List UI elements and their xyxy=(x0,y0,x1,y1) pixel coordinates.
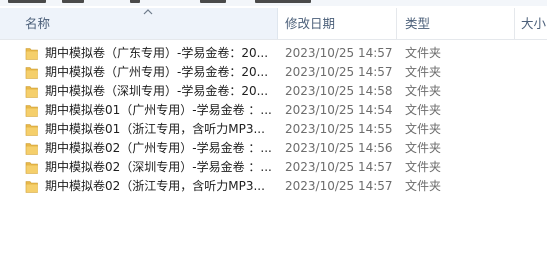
file-row[interactable]: 期中模拟卷（广东专用）-学易金卷：20... 2023/10/25 14:57 … xyxy=(0,44,547,63)
file-type: 文件夹 xyxy=(405,65,442,79)
folder-icon xyxy=(25,46,39,61)
file-row[interactable]: 期中模拟卷（深圳专用）-学易金卷：20... 2023/10/25 14:58 … xyxy=(0,82,547,101)
file-name: 期中模拟卷02（深圳专用）-学易金卷 ：... xyxy=(45,160,272,174)
sort-ascending-icon xyxy=(143,8,153,16)
file-name: 期中模拟卷（深圳专用）-学易金卷：20... xyxy=(45,84,269,98)
folder-icon xyxy=(25,179,39,194)
column-header-bar: 名称 修改日期 类型 大小 xyxy=(0,8,547,40)
file-date: 2023/10/25 14:57 xyxy=(285,160,393,174)
file-name: 期中模拟卷02（广州专用）-学易金卷 ：... xyxy=(45,141,272,155)
file-name: 期中模拟卷（广东专用）-学易金卷：20... xyxy=(45,46,269,60)
column-header-size-label: 大小 xyxy=(521,16,547,31)
file-date: 2023/10/25 14:57 xyxy=(285,179,393,193)
file-date: 2023/10/25 14:58 xyxy=(285,84,393,98)
toolbar-clipped xyxy=(0,0,547,6)
file-name: 期中模拟卷01（广州专用）-学易金卷 ：... xyxy=(45,103,272,117)
file-type: 文件夹 xyxy=(405,122,442,136)
folder-icon xyxy=(25,103,39,118)
file-list: 期中模拟卷（广东专用）-学易金卷：20... 2023/10/25 14:57 … xyxy=(0,44,547,196)
column-header-date-label: 修改日期 xyxy=(285,16,336,31)
file-date: 2023/10/25 14:57 xyxy=(285,46,393,60)
file-row[interactable]: 期中模拟卷02（深圳专用）-学易金卷 ：... 2023/10/25 14:57… xyxy=(0,158,547,177)
file-type: 文件夹 xyxy=(405,103,442,117)
folder-icon xyxy=(25,65,39,80)
file-type: 文件夹 xyxy=(405,84,442,98)
file-type: 文件夹 xyxy=(405,179,442,193)
folder-icon xyxy=(25,160,39,175)
column-header-name-label: 名称 xyxy=(25,16,51,31)
file-type: 文件夹 xyxy=(405,160,442,174)
column-header-type-label: 类型 xyxy=(405,16,431,31)
folder-icon xyxy=(25,122,39,137)
column-header-date[interactable]: 修改日期 xyxy=(278,8,397,39)
toolbar-fragment xyxy=(130,0,140,3)
toolbar-fragment xyxy=(62,0,84,3)
column-header-name[interactable]: 名称 xyxy=(0,8,278,39)
file-row[interactable]: 期中模拟卷（广州专用）-学易金卷：20... 2023/10/25 14:57 … xyxy=(0,63,547,82)
file-type: 文件夹 xyxy=(405,46,442,60)
toolbar-fragment xyxy=(8,0,46,3)
folder-icon xyxy=(25,84,39,99)
file-row[interactable]: 期中模拟卷01（浙江专用，含听力MP3... 2023/10/25 14:55 … xyxy=(0,120,547,139)
toolbar-fragment xyxy=(255,0,311,3)
file-type: 文件夹 xyxy=(405,141,442,155)
column-header-type[interactable]: 类型 xyxy=(397,8,515,39)
file-row[interactable]: 期中模拟卷01（广州专用）-学易金卷 ：... 2023/10/25 14:54… xyxy=(0,101,547,120)
file-row[interactable]: 期中模拟卷02（浙江专用，含听力MP3... 2023/10/25 14:57 … xyxy=(0,177,547,196)
column-header-size[interactable]: 大小 xyxy=(515,8,547,39)
file-name: 期中模拟卷01（浙江专用，含听力MP3... xyxy=(45,122,265,136)
file-date: 2023/10/25 14:56 xyxy=(285,141,393,155)
file-row[interactable]: 期中模拟卷02（广州专用）-学易金卷 ：... 2023/10/25 14:56… xyxy=(0,139,547,158)
toolbar-fragment xyxy=(200,0,226,3)
file-name: 期中模拟卷（广州专用）-学易金卷：20... xyxy=(45,65,269,79)
file-date: 2023/10/25 14:57 xyxy=(285,65,393,79)
file-name: 期中模拟卷02（浙江专用，含听力MP3... xyxy=(45,179,265,193)
file-date: 2023/10/25 14:54 xyxy=(285,103,393,117)
folder-icon xyxy=(25,141,39,156)
file-date: 2023/10/25 14:55 xyxy=(285,122,393,136)
